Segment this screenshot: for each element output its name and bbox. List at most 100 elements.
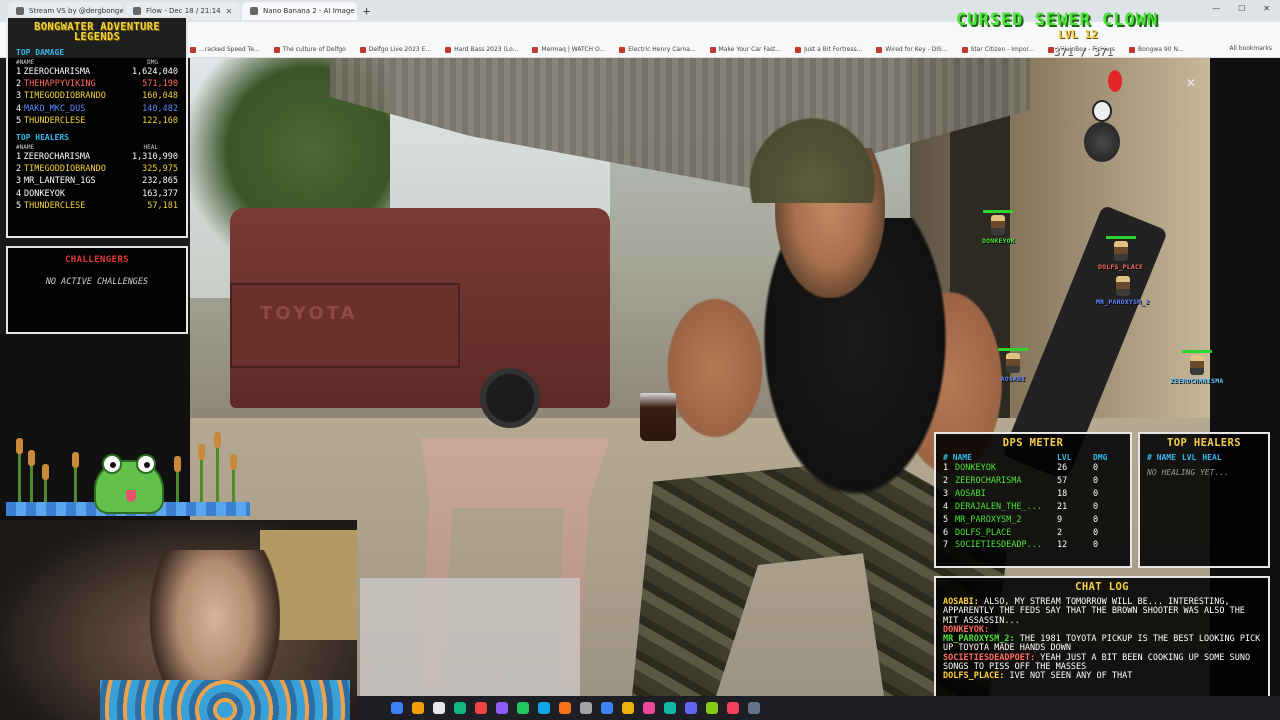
coffee-cup <box>640 393 676 441</box>
bookmark[interactable]: Wired for Key - DIS... <box>876 46 947 53</box>
leaderboard-row: 2 TIMEGODDIOBRANDO 325,975 <box>16 163 178 175</box>
cattail-icon <box>72 452 79 508</box>
chat-text: IVE NOT SEEN ANY OF THAT <box>1004 671 1133 682</box>
player-avatar <box>1189 355 1204 375</box>
rank: 5 <box>943 514 949 525</box>
dps-list: 1 DONKEYOK 26 0 2 ZEEROCHARISMA 57 0 3 AOSABI 18 0 4… <box>943 462 1123 552</box>
chat-message: MR_PAROXYSM_2: THE 1981 TOYOTA PICKUP IS… <box>943 634 1261 654</box>
rank: 5 <box>16 200 22 211</box>
browser-tab-active[interactable]: Nano Banana 2 - AI Image Gen...✕ <box>242 2 357 20</box>
taskbar-app-icon[interactable] <box>391 702 403 714</box>
minimize-icon[interactable]: — <box>1212 4 1220 13</box>
bookmark[interactable]: Bongwa 90 N... <box>1129 46 1184 53</box>
taskbar-app-icon[interactable] <box>706 702 718 714</box>
taskbar-app-icon[interactable] <box>748 702 760 714</box>
rank: 1 <box>943 463 949 473</box>
boss-level: LVL 12 <box>1058 28 1098 41</box>
dps-row: 5 MR_PAROXYSM_2 9 0 <box>943 514 1123 527</box>
taskbar-app-icon[interactable] <box>727 702 739 714</box>
bookmark[interactable]: Star Citizen - Impor... <box>962 46 1034 53</box>
taskbar-app-icon[interactable] <box>580 702 592 714</box>
pond-frog-decoration <box>0 430 252 520</box>
cattail-icon <box>198 444 205 508</box>
player-sprite: AOSABI <box>998 348 1028 383</box>
rank: 3 <box>16 176 22 187</box>
all-bookmarks-link[interactable]: All bookmarks <box>1229 45 1272 52</box>
boss-name: CURSED SEWER CLOWN <box>956 10 1159 30</box>
taskbar-app-icon[interactable] <box>559 702 571 714</box>
tab-label: Flow - Dec 18 / 21:14 <box>146 7 221 15</box>
taskbar-app-icon[interactable] <box>517 702 529 714</box>
frog-tongue <box>126 490 136 502</box>
stat-value: 571,190 <box>142 79 178 90</box>
bookmark[interactable]: Delfgo Live 2023 E... <box>360 46 431 53</box>
player-name: MR_PAROXYSM_2 <box>1096 298 1150 306</box>
player-sprite: DONKEYOK <box>982 210 1015 245</box>
taskbar-app-icon[interactable] <box>664 702 676 714</box>
player-avatar <box>1006 353 1020 373</box>
new-tab-icon[interactable]: + <box>363 4 370 18</box>
tab-favicon-icon <box>133 7 141 15</box>
taskbar-app-icon[interactable] <box>622 702 634 714</box>
taskbar-app-icon[interactable] <box>412 702 424 714</box>
bookmark[interactable]: Hard Bass 2023 (Lo... <box>445 46 518 53</box>
cattail-icon <box>174 456 181 508</box>
col-name: # NAME <box>943 453 972 462</box>
taskbar-app-icon[interactable] <box>643 702 655 714</box>
chat-messages: AOSABI: ALSO, MY STREAM TOMORROW WILL BE… <box>943 597 1261 682</box>
bookmark[interactable]: ...racked Speed Te... <box>190 46 260 53</box>
chat-message: AOSABI: ALSO, MY STREAM TOMORROW WILL BE… <box>943 597 1261 626</box>
close-window-icon[interactable]: ✕ <box>1263 4 1270 13</box>
taskbar-app-icon[interactable] <box>433 702 445 714</box>
taskbar-app-icon[interactable] <box>538 702 550 714</box>
player-level: 57 <box>1057 475 1068 486</box>
player-name: DOLFS_PLACE <box>1098 263 1144 271</box>
taskbar-app-icon[interactable] <box>475 702 487 714</box>
bookmark[interactable]: Electric Henry Carna... <box>619 46 696 53</box>
tab-label: Stream VS by @dergbongwa... <box>29 7 123 15</box>
taskbar-app-icon[interactable] <box>454 702 466 714</box>
taskbar-app-icon[interactable] <box>496 702 508 714</box>
stat-value: 122,160 <box>142 115 178 126</box>
damage-list: 1 ZEEROCHARISMA 1,624,040 2 THEHAPPYVIKING 57… <box>16 66 178 127</box>
rank: 2 <box>16 79 22 90</box>
player-dmg: 0 <box>1093 527 1099 538</box>
bookmark[interactable]: The culture of Delfgo <box>274 46 346 53</box>
rank: 4 <box>943 501 949 512</box>
top-healers-title: TOP HEALERS <box>1167 437 1241 449</box>
player-name: DERAJALEN_THE_... <box>955 501 1042 512</box>
boss-hp: 371 / 371 <box>1053 45 1113 58</box>
player-sprite: DOLFS_PLACE <box>1098 236 1143 271</box>
bookmark[interactable]: Just a Bit Fortress... <box>795 46 862 53</box>
chat-log-title: CHAT LOG <box>1075 581 1129 593</box>
window-controls: — ☐ ✕ <box>1212 4 1270 13</box>
rank: 4 <box>16 188 22 199</box>
col-dmg: DMG <box>147 59 158 66</box>
bookmark[interactable]: Mermaq | WATCH O... <box>532 46 605 53</box>
leaderboard-row: 1 ZEEROCHARISMA 1,624,040 <box>16 66 178 78</box>
player-sprite: MR_PAROXYSM_2 <box>1096 276 1149 306</box>
rank: 2 <box>16 164 22 175</box>
player-avatar <box>1115 276 1130 296</box>
hp-bar <box>1181 350 1212 353</box>
bookmark[interactable]: Make Your Car Fast... <box>710 46 781 53</box>
hp-bar <box>983 210 1014 213</box>
dps-row: 7 SOCIETIESDEADP... 12 0 <box>943 539 1123 552</box>
leaderboard-row: 3 TIMEGODDIOBRANDO 160,048 <box>16 90 178 102</box>
healers-column-header: # NAME LVL HEAL <box>1147 453 1261 462</box>
chat-text: ALSO, MY STREAM TOMORROW WILL BE... INTE… <box>943 597 1245 626</box>
rank: 3 <box>943 488 949 499</box>
close-tab-icon[interactable]: ✕ <box>226 7 233 16</box>
legends-title: BONGWATER ADVENTURE LEGENDS <box>34 21 160 43</box>
taskbar-app-icon[interactable] <box>685 702 697 714</box>
col-dmg: DMG <box>1093 453 1108 462</box>
rank: 2 <box>943 475 949 486</box>
chat-log-panel: CHAT LOG AOSABI: ALSO, MY STREAM TOMORRO… <box>934 576 1270 706</box>
col-heal: HEAL <box>143 144 158 152</box>
player-name: MAKO_MKC_DUS <box>24 103 86 114</box>
taskbar-app-icon[interactable] <box>601 702 613 714</box>
rank: 6 <box>943 527 949 538</box>
close-image-icon[interactable]: ✕ <box>1186 76 1196 90</box>
maximize-icon[interactable]: ☐ <box>1238 4 1245 13</box>
streamer-shirt <box>100 680 350 720</box>
